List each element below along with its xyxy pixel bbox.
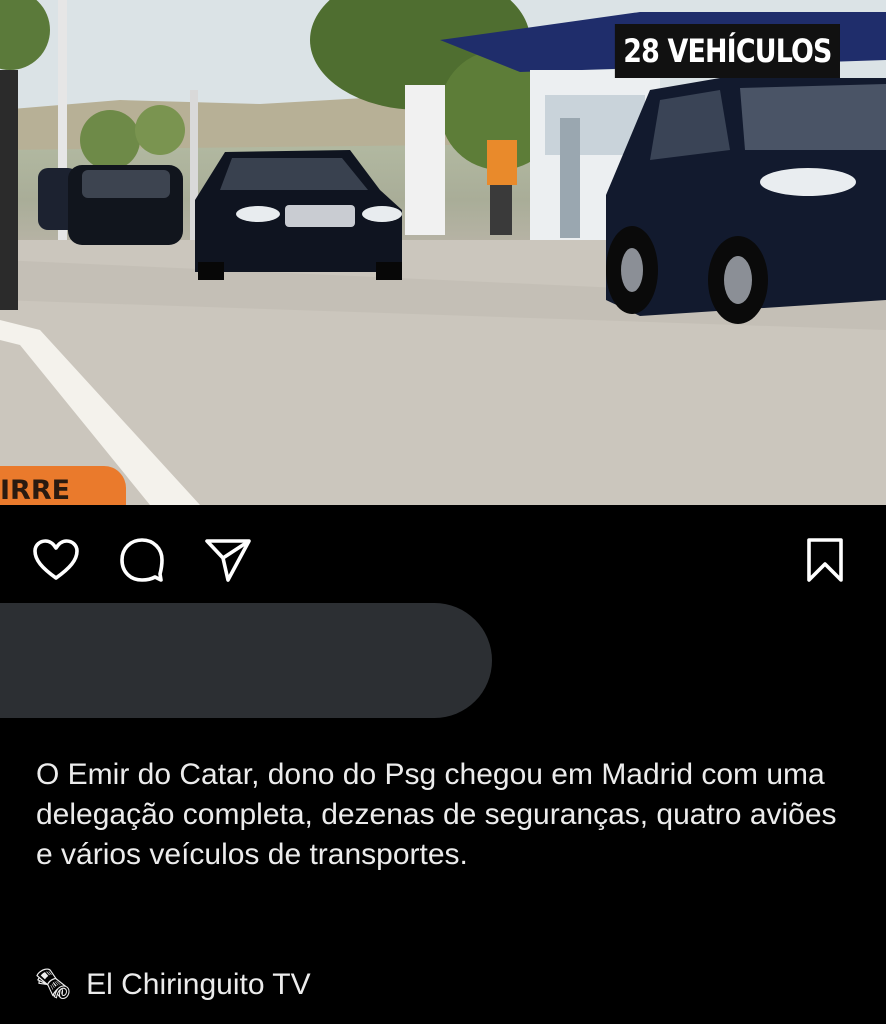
share-button[interactable] [203, 535, 253, 585]
redacted-username-bar [0, 603, 492, 718]
post-video[interactable]: 28 VEHÍCULOS IRRE [0, 0, 886, 505]
rolled-newspaper-icon: 🗞 [34, 968, 73, 1001]
like-button[interactable] [31, 535, 81, 585]
save-button[interactable] [800, 535, 850, 585]
video-lower-third-tag: IRRE [0, 466, 126, 505]
heart-icon [33, 539, 79, 580]
bookmark-icon [807, 538, 843, 582]
comment-icon [120, 538, 164, 582]
post-action-bar [0, 505, 886, 605]
send-icon [205, 539, 251, 582]
post-source[interactable]: 🗞 El Chiringuito TV [34, 963, 311, 1007]
video-overlay-caption: 28 VEHÍCULOS [614, 24, 840, 78]
comment-button[interactable] [117, 535, 167, 585]
post-caption: O Emir do Catar, dono do Psg chegou em M… [36, 758, 837, 871]
source-name[interactable]: El Chiringuito TV [86, 968, 311, 1002]
